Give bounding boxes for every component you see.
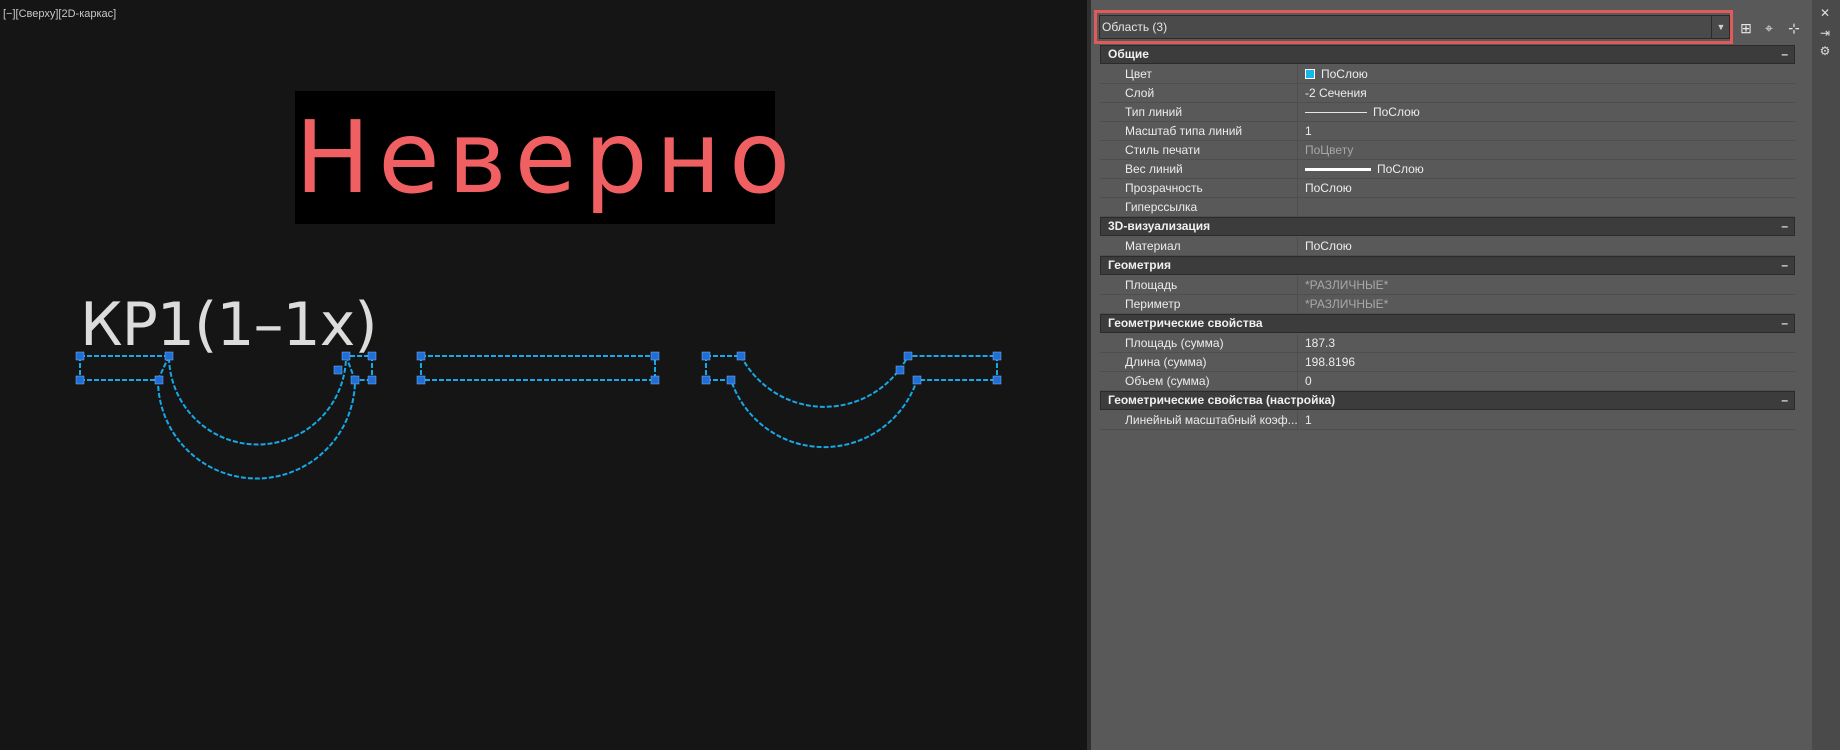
color-swatch-icon	[1305, 69, 1315, 79]
property-value[interactable]: -2 Сечения	[1298, 84, 1367, 102]
property-value[interactable]: ПоСлою	[1298, 103, 1420, 121]
property-row[interactable]: Периметр *РАЗЛИЧНЫЕ*	[1100, 295, 1795, 314]
property-value[interactable]: 0	[1298, 372, 1312, 390]
properties-grid: Общие – Цвет ПоСлою Слой -2 Сечения Тип линий П…	[1100, 45, 1795, 430]
section-header[interactable]: Геометрия –	[1100, 256, 1795, 275]
property-value-text: -2 Сечения	[1305, 86, 1367, 100]
object-type-dropdown[interactable]	[1099, 15, 1730, 39]
property-row[interactable]: Площадь *РАЗЛИЧНЫЕ*	[1100, 276, 1795, 295]
property-value[interactable]: ПоСлою	[1298, 65, 1368, 83]
region-3[interactable]	[705, 355, 998, 449]
property-row[interactable]: Объем (сумма) 0	[1100, 372, 1795, 391]
property-row[interactable]: Площадь (сумма) 187.3	[1100, 334, 1795, 353]
collapse-icon[interactable]: –	[1781, 257, 1788, 274]
close-panel-icon[interactable]: ✕	[1816, 4, 1834, 22]
collapse-icon[interactable]: –	[1781, 315, 1788, 332]
property-name: Масштаб типа линий	[1100, 122, 1298, 140]
section-header[interactable]: 3D-визуализация –	[1100, 217, 1795, 236]
property-value[interactable]: ПоСлою	[1298, 160, 1424, 178]
section-title: Геометрические свойства (настройка)	[1108, 393, 1336, 407]
collapse-icon[interactable]: –	[1781, 218, 1788, 235]
property-value[interactable]: ПоСлою	[1298, 237, 1352, 255]
property-name: Периметр	[1100, 295, 1298, 313]
property-value-text: 1	[1305, 124, 1312, 138]
property-value[interactable]	[1298, 198, 1305, 216]
property-name: Линейный масштабный коэф...	[1100, 411, 1298, 429]
chevron-down-icon[interactable]: ▼	[1711, 16, 1730, 38]
panel-settings-icon[interactable]: ⚙	[1816, 42, 1834, 60]
linetype-preview-icon	[1305, 111, 1367, 113]
property-row[interactable]: Стиль печати ПоЦвету	[1100, 141, 1795, 160]
property-value-text: ПоСлою	[1321, 67, 1368, 81]
palette-grab-bar[interactable]	[1087, 0, 1091, 750]
pickadd-icon[interactable]: ⊹	[1784, 18, 1804, 38]
collapse-icon[interactable]: –	[1781, 46, 1788, 63]
region-1[interactable]	[79, 355, 373, 480]
property-value-text: ПоСлою	[1305, 181, 1352, 195]
property-value-text: ПоСлою	[1373, 105, 1420, 119]
region-2[interactable]	[420, 355, 656, 381]
property-value[interactable]: *РАЗЛИЧНЫЕ*	[1298, 276, 1388, 294]
collapse-icon[interactable]: –	[1781, 392, 1788, 409]
property-value-text: *РАЗЛИЧНЫЕ*	[1305, 297, 1389, 311]
property-name: Прозрачность	[1100, 179, 1298, 197]
property-name: Цвет	[1100, 65, 1298, 83]
property-value[interactable]: 1	[1298, 122, 1312, 140]
property-row[interactable]: Тип линий ПоСлою	[1100, 103, 1795, 122]
property-value-text: 0	[1305, 374, 1312, 388]
selected-regions[interactable]	[0, 0, 1087, 750]
section-header[interactable]: Геометрические свойства (настройка) –	[1100, 391, 1795, 410]
property-value[interactable]: ПоЦвету	[1298, 141, 1353, 159]
property-row[interactable]: Прозрачность ПоСлою	[1100, 179, 1795, 198]
property-name: Площадь (сумма)	[1100, 334, 1298, 352]
property-value-text: ПоСлою	[1305, 239, 1352, 253]
property-row[interactable]: Материал ПоСлою	[1100, 237, 1795, 256]
property-name: Слой	[1100, 84, 1298, 102]
object-type-dropdown-value: Область (3)	[1102, 20, 1168, 34]
property-row[interactable]: Масштаб типа линий 1	[1100, 122, 1795, 141]
property-value-text: ПоСлою	[1377, 162, 1424, 176]
property-name: Тип линий	[1100, 103, 1298, 121]
property-row[interactable]: Гиперссылка	[1100, 198, 1795, 217]
property-name: Площадь	[1100, 276, 1298, 294]
section-title: Общие	[1108, 47, 1149, 61]
section-title: Геометрические свойства	[1108, 316, 1263, 330]
auto-hide-icon[interactable]: ⇥	[1816, 24, 1834, 42]
property-value-text: *РАЗЛИЧНЫЕ*	[1305, 278, 1389, 292]
property-value-text: 198.8196	[1305, 355, 1356, 369]
property-row[interactable]: Цвет ПоСлою	[1100, 65, 1795, 84]
drawing-canvas[interactable]: [−][Сверху][2D-каркас] Неверно КР1(1–1х)	[0, 0, 1087, 750]
section-header[interactable]: Геометрические свойства –	[1100, 314, 1795, 333]
property-row[interactable]: Длина (сумма) 198.8196	[1100, 353, 1795, 372]
section-title: 3D-визуализация	[1108, 219, 1211, 233]
property-value[interactable]: 198.8196	[1298, 353, 1355, 371]
property-value-text: 187.3	[1305, 336, 1336, 350]
property-value[interactable]: 187.3	[1298, 334, 1335, 352]
property-value[interactable]: ПоСлою	[1298, 179, 1352, 197]
property-row[interactable]: Линейный масштабный коэф... 1	[1100, 411, 1795, 430]
property-name: Вес линий	[1100, 160, 1298, 178]
property-value-text: 1	[1305, 413, 1312, 427]
property-row[interactable]: Слой -2 Сечения	[1100, 84, 1795, 103]
property-value-text: ПоЦвету	[1305, 143, 1354, 157]
quick-select-icon[interactable]: ⊞	[1736, 18, 1756, 38]
property-row[interactable]: Вес линий ПоСлою	[1100, 160, 1795, 179]
property-value[interactable]: 1	[1298, 411, 1312, 429]
property-name: Стиль печати	[1100, 141, 1298, 159]
property-name: Длина (сумма)	[1100, 353, 1298, 371]
section-title: Геометрия	[1108, 258, 1172, 272]
property-value[interactable]: *РАЗЛИЧНЫЕ*	[1298, 295, 1388, 313]
property-name: Материал	[1100, 237, 1298, 255]
property-name: Объем (сумма)	[1100, 372, 1298, 390]
palette-title-strip	[1812, 0, 1840, 750]
lineweight-preview-icon	[1305, 167, 1371, 171]
property-name: Гиперссылка	[1100, 198, 1298, 216]
select-objects-icon[interactable]: ⌖	[1759, 18, 1779, 38]
section-header[interactable]: Общие –	[1100, 45, 1795, 64]
